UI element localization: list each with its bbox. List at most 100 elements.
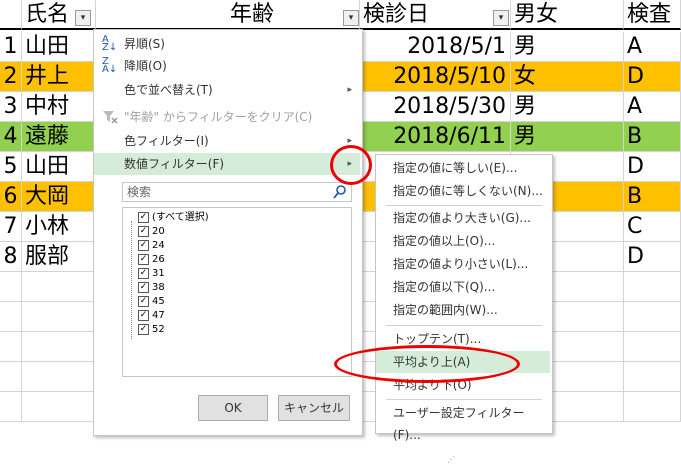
menu-item-label: 昇順(S) [124,37,165,51]
empty-cell[interactable] [22,272,96,302]
name-cell[interactable]: 山田 [22,152,96,182]
header-row: 氏名 年齢 検診日 男女 検査 ▾ ▾ ▾ [0,0,681,30]
row-number [0,392,22,422]
list-item-label: 26 [152,254,165,265]
search-input[interactable]: 検索 [122,182,352,202]
checkbox[interactable]: ✓ [138,225,149,237]
column-header-date: 検診日 [360,0,511,30]
filter-dropdown-button-name[interactable]: ▾ [75,10,91,26]
empty-cell[interactable] [22,302,96,332]
menu-item-label: 降順(O) [124,59,167,73]
empty-cell[interactable] [624,362,681,392]
list-item-select-all[interactable]: ✓ (すべて選択) [138,211,209,225]
number-filter-item[interactable]: 数値フィルター(F) ▸ [94,153,360,175]
grade-cell[interactable]: C [624,212,681,242]
sort-descending-item[interactable]: Z A↓ 降順(O) [94,55,360,77]
row-number: 5 [0,152,22,182]
row-number: 6 [0,182,22,212]
submenu-item-custom-filter[interactable]: ユーザー設定フィルター(F)... [376,402,550,442]
grade-cell[interactable]: B [624,122,681,152]
checkbox[interactable]: ✓ [138,309,149,321]
filter-dropdown-button-date[interactable]: ▾ [493,10,509,26]
empty-cell[interactable] [22,362,96,392]
date-cell[interactable]: 2018/5/10 [360,62,511,92]
column-header-age: 年齢 [96,0,360,30]
list-item[interactable]: ✓ 38 [138,281,165,295]
checkbox[interactable]: ✓ [138,267,149,279]
grade-cell[interactable]: A [624,92,681,122]
checkbox[interactable]: ✓ [138,253,149,265]
checkbox[interactable]: ✓ [138,323,149,335]
list-item[interactable]: ✓ 20 [138,225,165,239]
submenu-divider [386,325,542,326]
empty-cell[interactable] [624,332,681,362]
submenu-item-not-equals[interactable]: 指定の値に等しくない(N)... [376,180,550,202]
sex-cell[interactable]: 男 [511,32,624,62]
ok-button[interactable]: OK [198,395,268,421]
empty-cell[interactable] [624,302,681,332]
name-cell[interactable]: 小林 [22,212,96,242]
grade-cell[interactable]: A [624,32,681,62]
list-item-label: 24 [152,240,165,251]
submenu-item-greater-than[interactable]: 指定の値より大きい(G)... [376,207,550,229]
sex-cell[interactable]: 男 [511,122,624,152]
grade-cell[interactable]: D [624,242,681,272]
date-cell[interactable]: 2018/5/30 [360,92,511,122]
menu-item-label: 数値フィルター(F) [124,157,225,171]
empty-cell[interactable] [22,392,96,422]
sort-ascending-item[interactable]: A Z↓ 昇順(S) [94,33,360,55]
checkbox[interactable]: ✓ [138,281,149,293]
red-annotation-ellipse [334,345,520,383]
submenu-item-equals[interactable]: 指定の値に等しい(E)... [376,157,550,179]
list-item[interactable]: ✓ 31 [138,267,165,281]
resize-grip-icon[interactable]: ⋰ [447,455,455,464]
submenu-item-less-than[interactable]: 指定の値より小さい(L)... [376,253,550,275]
submenu-item-less-or-equal[interactable]: 指定の値以下(Q)... [376,276,550,298]
sort-by-color-item[interactable]: 色で並べ替え(T) ▸ [94,79,360,101]
sort-ascending-icon: A Z↓ [102,34,118,53]
checkbox[interactable]: ✓ [138,239,149,251]
empty-cell[interactable] [624,392,681,422]
list-item[interactable]: ✓ 24 [138,239,165,253]
color-filter-item[interactable]: 色フィルター(I) ▸ [94,130,360,152]
name-cell[interactable]: 遠藤 [22,122,96,152]
sex-cell[interactable]: 男 [511,92,624,122]
date-cell[interactable]: 2018/6/11 [360,122,511,152]
autofilter-menu: A Z↓ 昇順(S) Z A↓ 降順(O) 色で並べ替え(T) ▸ "年齢" からフ… [93,29,455,464]
list-item[interactable]: ✓ 47 [138,309,165,323]
grade-cell[interactable]: B [624,182,681,212]
list-item[interactable]: ✓ 26 [138,253,165,267]
name-cell[interactable]: 中村 [22,92,96,122]
list-item-label: 52 [152,324,165,335]
menu-item-label: 色フィルター(I) [124,134,209,148]
column-header-test: 検査 [624,0,681,30]
grade-cell[interactable]: D [624,62,681,92]
empty-cell[interactable] [624,272,681,302]
search-placeholder: 検索 [127,185,152,199]
name-cell[interactable]: 服部 [22,242,96,272]
date-cell[interactable]: 2018/5/1 [360,32,511,62]
list-item-label: 47 [152,310,165,321]
filter-dropdown-button-age[interactable]: ▾ [343,10,359,26]
row-number: 7 [0,212,22,242]
submenu-item-between[interactable]: 指定の範囲内(W)... [376,299,550,321]
empty-cell[interactable] [22,332,96,362]
submenu-item-greater-or-equal[interactable]: 指定の値以上(O)... [376,230,550,252]
grade-cell[interactable]: D [624,152,681,182]
row-number: 8 [0,242,22,272]
value-list[interactable]: ✓ (すべて選択) ✓ 20 ✓ 24 ✓ 26 ✓ 31 ✓ 38 ✓ 45 ✓ 47 ✓ 52 [122,207,352,377]
clear-filter-item[interactable]: "年齢" からフィルターをクリア(C) [94,106,360,128]
sex-cell[interactable]: 女 [511,62,624,92]
checkbox[interactable]: ✓ [138,211,149,223]
name-cell[interactable]: 山田 [22,32,96,62]
row-number: 1 [0,32,22,62]
list-item[interactable]: ✓ 52 [138,323,165,337]
menu-item-label: "年齢" からフィルターをクリア(C) [124,110,313,124]
list-item[interactable]: ✓ 45 [138,295,165,309]
cancel-button[interactable]: キャンセル [278,395,350,421]
list-item-label: 20 [152,226,165,237]
name-cell[interactable]: 井上 [22,62,96,92]
name-cell[interactable]: 大岡 [22,182,96,212]
checkbox[interactable]: ✓ [138,295,149,307]
red-annotation-circle [330,145,372,185]
